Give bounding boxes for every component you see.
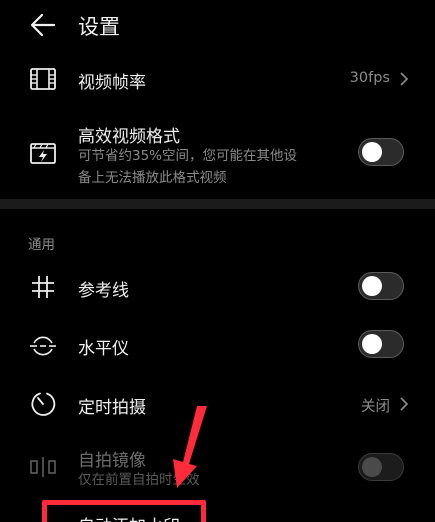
selfie-mirror-label: 自拍镜像	[78, 451, 146, 471]
setting-row-selfie-mirror[interactable]: 自拍镜像 仅在前置自拍时生效	[0, 436, 435, 498]
section-title-general: 通用	[28, 237, 55, 253]
timer-value: 关闭	[361, 399, 390, 415]
back-arrow-icon[interactable]	[28, 10, 58, 40]
section-divider	[0, 199, 435, 209]
annotation-arrow-icon	[173, 406, 207, 488]
grid-label: 参考线	[78, 281, 129, 301]
top-bar: 设置	[0, 0, 435, 52]
film-icon	[30, 68, 56, 90]
efficient-format-description-line2: 备上无法播放此格式视频	[78, 170, 227, 186]
hevc-format-icon	[30, 143, 56, 164]
level-label: 水平仪	[78, 339, 129, 359]
highlight-annotation-box	[42, 500, 206, 522]
chevron-right-icon	[400, 397, 409, 411]
toggle-knob	[362, 334, 382, 354]
level-icon	[30, 336, 56, 356]
grid-toggle[interactable]	[358, 272, 404, 300]
timer-icon	[31, 392, 56, 416]
efficient-format-toggle[interactable]	[358, 138, 404, 166]
efficient-format-description-line1: 可节省约35%空间，您可能在其他设	[78, 148, 298, 164]
chevron-right-icon	[400, 72, 409, 86]
setting-row-grid[interactable]: 参考线	[0, 258, 435, 314]
toggle-knob	[362, 142, 382, 162]
frame-rate-label: 视频帧率	[78, 73, 146, 93]
toggle-knob	[362, 276, 382, 296]
level-toggle[interactable]	[358, 330, 404, 358]
mirror-icon	[30, 457, 56, 477]
timer-label: 定时拍摄	[78, 398, 146, 418]
toggle-knob	[362, 457, 382, 477]
selfie-mirror-toggle[interactable]	[358, 453, 404, 481]
setting-row-efficient-format[interactable]: 高效视频格式 可节省约35%空间，您可能在其他设 备上无法播放此格式视频	[0, 110, 435, 194]
page-title: 设置	[78, 15, 120, 39]
grid-icon	[32, 276, 54, 298]
frame-rate-value: 30fps	[349, 70, 390, 86]
efficient-format-label: 高效视频格式	[78, 127, 180, 147]
setting-row-frame-rate[interactable]: 视频帧率 30fps	[0, 52, 435, 104]
setting-row-timer[interactable]: 定时拍摄 关闭	[0, 374, 435, 432]
setting-row-level[interactable]: 水平仪	[0, 316, 435, 372]
